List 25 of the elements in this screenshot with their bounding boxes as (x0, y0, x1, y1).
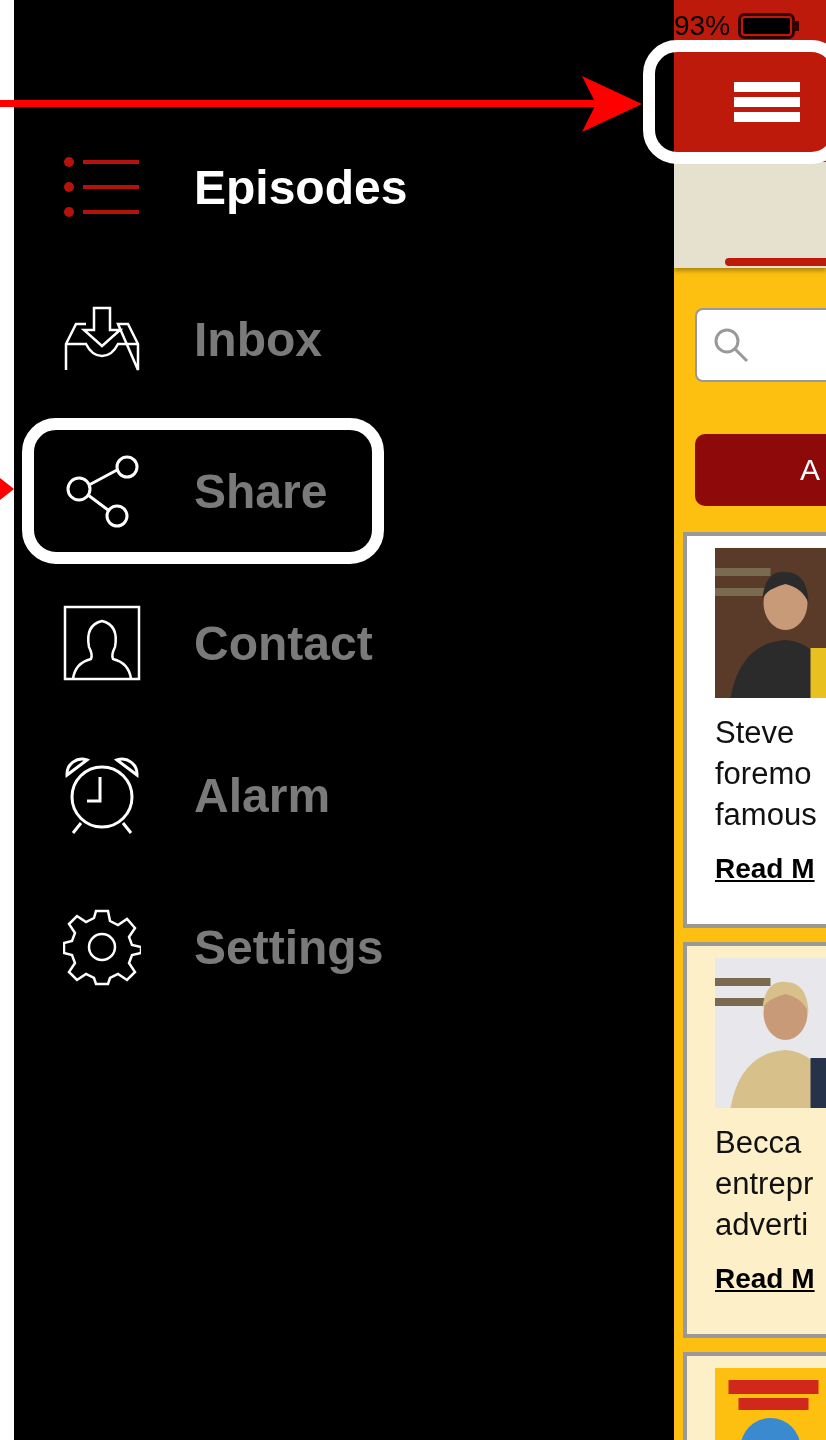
filter-button[interactable]: A (695, 434, 826, 506)
battery-icon (738, 13, 801, 39)
menu-item[interactable]: Episodes (14, 111, 674, 263)
menu-item[interactable]: Contact (14, 567, 674, 719)
menu-item[interactable]: Alarm (14, 719, 674, 871)
list-icon (63, 157, 141, 217)
search-field[interactable] (695, 308, 826, 382)
read-more-link[interactable]: Read M (715, 1263, 815, 1295)
episode-card[interactable]: Steve foremo famous Read M (683, 532, 826, 928)
search-icon (713, 327, 749, 363)
menu-item[interactable]: Settings (14, 871, 674, 1023)
episode-card[interactable]: Becca entrepr adverti Read M (683, 942, 826, 1338)
inbox-tray-icon (64, 306, 140, 372)
menu-item[interactable]: Share (14, 415, 674, 567)
episode-description: Steve foremo famous (715, 714, 818, 834)
annotation-arrow (0, 478, 14, 500)
battery-percentage: 93% (674, 10, 731, 42)
menu-icon (734, 82, 800, 122)
alarm-clock-icon (63, 755, 141, 835)
menu-item[interactable]: Inbox (14, 263, 674, 415)
episode-description: Becca entrepr adverti (715, 1124, 815, 1244)
settings-icon (63, 908, 141, 986)
read-more-link[interactable]: Read M (715, 853, 815, 885)
person-silhouette-icon (63, 605, 141, 681)
share-icon (65, 453, 139, 529)
